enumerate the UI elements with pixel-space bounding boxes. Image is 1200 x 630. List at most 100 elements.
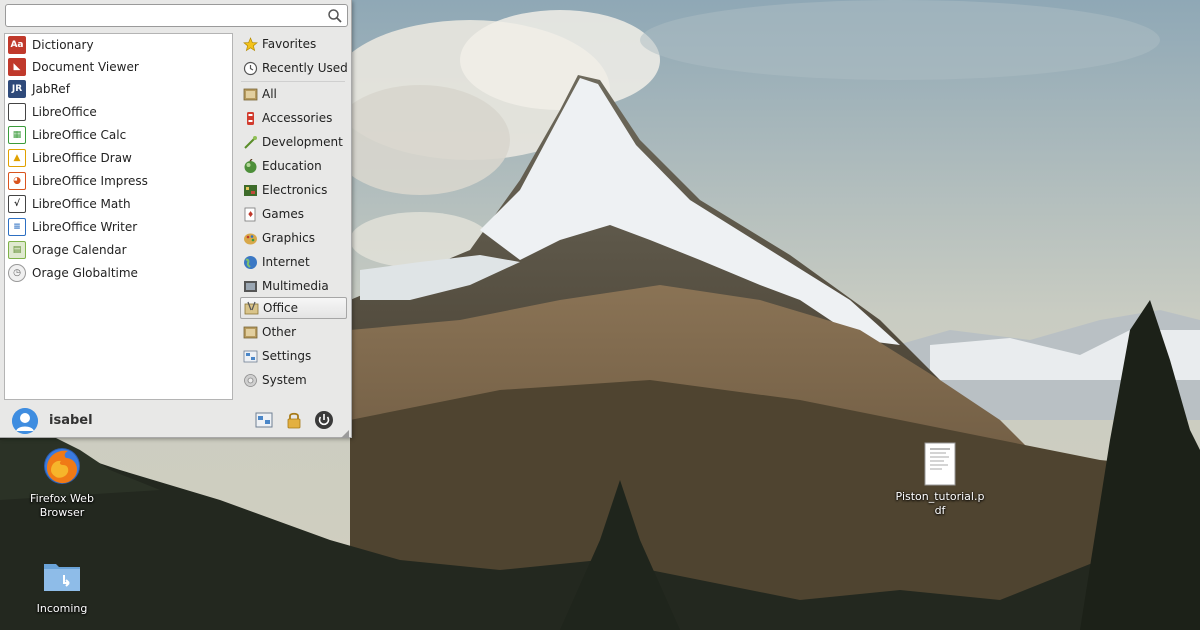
app-item-libreoffice-calc[interactable]: ▦ LibreOffice Calc	[5, 124, 232, 146]
search-field[interactable]	[5, 4, 348, 27]
category-label: Multimedia	[262, 279, 329, 293]
libreoffice-draw-icon: ▲	[8, 149, 26, 167]
category-label: Development	[262, 135, 343, 149]
document-viewer-icon: ◣	[8, 58, 26, 76]
app-label: Orage Calendar	[32, 243, 127, 257]
libreoffice-writer-icon: ≡	[8, 218, 26, 236]
category-label: Education	[262, 159, 322, 173]
category-other[interactable]: Other	[240, 321, 347, 343]
games-icon: ♦	[243, 207, 258, 222]
app-item-orage-calendar[interactable]: ▤ Orage Calendar	[5, 239, 232, 261]
graphics-icon	[243, 231, 258, 246]
desktop-icon-pdf[interactable]: Piston_tutorial.pdf	[890, 442, 990, 518]
app-label: LibreOffice	[32, 105, 97, 119]
category-label: Recently Used	[262, 61, 348, 75]
category-label: Games	[262, 207, 304, 221]
category-list: Favorites Recently Used All Accessories	[239, 33, 349, 400]
category-favorites[interactable]: Favorites	[240, 33, 347, 55]
category-settings[interactable]: Settings	[240, 345, 347, 367]
jabref-icon: JR	[8, 80, 26, 98]
development-icon	[243, 135, 258, 150]
app-item-dictionary[interactable]: Aa Dictionary	[5, 34, 232, 56]
app-item-libreoffice-impress[interactable]: ◕ LibreOffice Impress	[5, 170, 232, 192]
app-item-document-viewer[interactable]: ◣ Document Viewer	[5, 56, 232, 78]
category-separator	[241, 81, 345, 82]
firefox-icon	[40, 444, 84, 488]
multimedia-icon	[243, 279, 258, 294]
category-electronics[interactable]: Electronics	[240, 179, 347, 201]
app-item-orage-globaltime[interactable]: ◷ Orage Globaltime	[5, 262, 232, 284]
libreoffice-math-icon: √	[8, 195, 26, 213]
lock-screen-icon	[286, 411, 302, 432]
app-item-libreoffice-writer[interactable]: ≡ LibreOffice Writer	[5, 216, 232, 238]
category-recently-used[interactable]: Recently Used	[240, 57, 348, 79]
search-icon[interactable]	[327, 8, 343, 24]
category-graphics[interactable]: Graphics	[240, 227, 347, 249]
libreoffice-impress-icon: ◕	[8, 172, 26, 190]
accessories-icon	[243, 111, 258, 126]
calendar-icon: ▤	[8, 241, 26, 259]
category-label: Internet	[262, 255, 310, 269]
search-input[interactable]	[10, 7, 320, 24]
category-all[interactable]: All	[240, 83, 347, 105]
libreoffice-calc-icon: ▦	[8, 126, 26, 144]
category-label: Office	[263, 301, 299, 315]
category-games[interactable]: ♦ Games	[240, 203, 347, 225]
desktop-icon-label: Incoming	[36, 602, 88, 615]
power-button[interactable]	[313, 410, 335, 432]
menu-footer: isabel	[0, 403, 351, 438]
app-item-jabref[interactable]: JR JabRef	[5, 78, 232, 100]
history-icon	[243, 61, 258, 76]
app-label: LibreOffice Calc	[32, 128, 127, 142]
app-label: JabRef	[32, 82, 70, 96]
resize-grip-icon[interactable]	[341, 427, 349, 438]
app-label: LibreOffice Impress	[32, 174, 148, 188]
desktop-icon-label: Firefox Web Browser	[30, 492, 94, 519]
category-accessories[interactable]: Accessories	[240, 107, 347, 129]
application-list: Aa Dictionary ◣ Document Viewer JR JabRe…	[4, 33, 233, 400]
user-avatar-icon	[12, 408, 38, 434]
app-label: Dictionary	[32, 38, 94, 52]
desktop-icon-firefox[interactable]: Firefox Web Browser	[12, 444, 112, 520]
pdf-document-icon	[918, 442, 962, 486]
username-label: isabel	[49, 413, 93, 428]
all-folder-icon	[243, 87, 258, 102]
category-internet[interactable]: Internet	[240, 251, 347, 273]
category-multimedia[interactable]: Multimedia	[240, 275, 347, 297]
category-label: Favorites	[262, 37, 317, 51]
all-settings-button[interactable]	[253, 410, 275, 432]
app-item-libreoffice-draw[interactable]: ▲ LibreOffice Draw	[5, 147, 232, 169]
office-icon	[244, 301, 259, 316]
category-system[interactable]: System	[240, 369, 347, 391]
lock-screen-button[interactable]	[283, 410, 305, 432]
category-education[interactable]: Education	[240, 155, 347, 177]
desktop-icon-incoming[interactable]: Incoming	[12, 554, 112, 616]
settings-icon	[243, 349, 258, 364]
other-icon	[243, 325, 258, 340]
internet-icon	[243, 255, 258, 270]
app-label: LibreOffice Math	[32, 197, 131, 211]
category-office[interactable]: Office	[240, 297, 347, 319]
category-label: System	[262, 373, 307, 387]
category-development[interactable]: Development	[240, 131, 347, 153]
svg-text:♦: ♦	[247, 210, 254, 219]
libreoffice-icon	[8, 103, 26, 121]
app-item-libreoffice-math[interactable]: √ LibreOffice Math	[5, 193, 232, 215]
education-icon	[243, 158, 258, 174]
electronics-icon	[243, 183, 258, 198]
category-label: Other	[262, 325, 297, 339]
app-label: LibreOffice Writer	[32, 220, 138, 234]
app-label: LibreOffice Draw	[32, 151, 132, 165]
system-icon	[243, 373, 258, 388]
category-label: All	[262, 87, 277, 101]
category-label: Settings	[262, 349, 312, 363]
folder-icon	[40, 554, 84, 598]
clock-icon: ◷	[8, 264, 26, 282]
category-label: Electronics	[262, 183, 328, 197]
dictionary-icon: Aa	[8, 36, 26, 54]
app-label: Document Viewer	[32, 60, 139, 74]
app-item-libreoffice[interactable]: LibreOffice	[5, 101, 232, 123]
category-label: Accessories	[262, 111, 333, 125]
power-icon	[314, 410, 334, 433]
all-settings-icon	[255, 412, 273, 431]
